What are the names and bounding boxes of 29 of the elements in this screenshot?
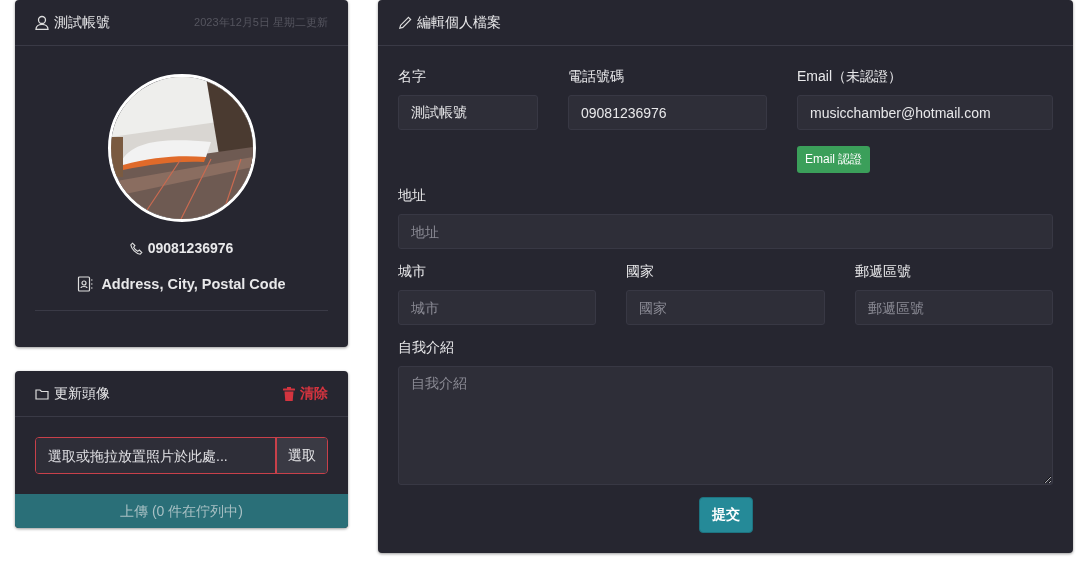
field-label: Email（未認證） [797, 68, 902, 86]
input-field[interactable]: 地址 [398, 214, 1053, 249]
field-label: 自我介紹 [398, 339, 454, 357]
card-title: 更新頭像 [54, 384, 110, 403]
card-title: 測試帳號 [54, 13, 110, 32]
field-label: 城市 [398, 263, 426, 281]
input-field[interactable]: 郵遞區號 [854, 290, 1053, 325]
field-label: 名字 [398, 68, 426, 86]
field-label: 國家 [626, 263, 655, 281]
user-icon [35, 15, 49, 30]
address-text: Address, City, Postal Code [101, 276, 286, 292]
submit-button[interactable]: 提交 [698, 497, 753, 533]
card-title: 編輯個人檔案 [417, 13, 501, 32]
field-label: 郵遞區號 [854, 263, 911, 281]
input-field[interactable]: 國家 [626, 290, 825, 325]
contact-book-icon [77, 276, 94, 292]
pencil-icon [398, 15, 412, 30]
phone-icon [129, 241, 143, 255]
trash-icon [283, 386, 295, 401]
input-field[interactable]: 測試帳號 [398, 95, 538, 130]
input-field[interactable]: 城市 [398, 290, 597, 325]
field-label: 電話號碼 [568, 68, 624, 86]
upload-status-bar: 上傳 (0 件在佇列中) [15, 494, 348, 528]
input-field[interactable]: 09081236976 [568, 95, 767, 130]
phone-number: 09081236976 [147, 240, 234, 256]
input-field[interactable]: musicchamber@hotmail.com [797, 95, 1053, 130]
field-label: 地址 [398, 187, 426, 205]
folder-icon [35, 387, 49, 400]
bio-field[interactable]: 自我介紹 [398, 366, 1053, 485]
